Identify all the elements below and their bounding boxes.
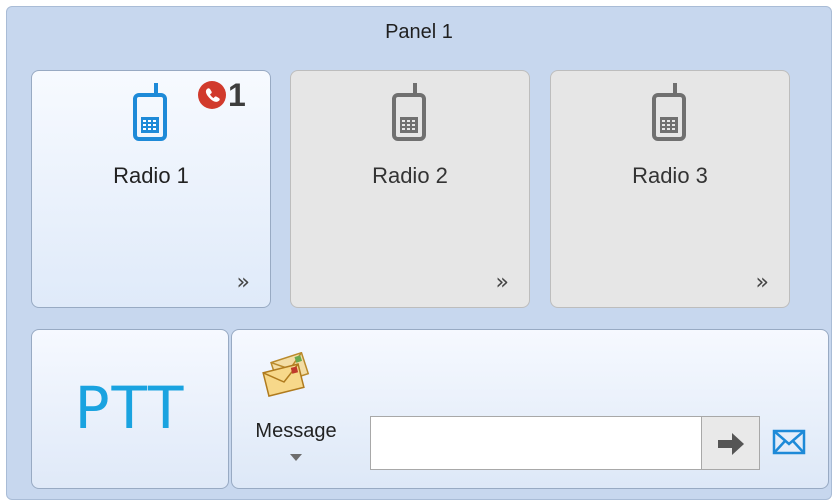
- mail-icon[interactable]: [772, 428, 806, 456]
- message-area: Message: [231, 329, 829, 489]
- right-arrow-icon: [718, 433, 744, 455]
- panel-title: Panel 1: [385, 21, 453, 43]
- expand-chevron-icon[interactable]: »: [756, 270, 769, 295]
- radio-tile-1[interactable]: 1 Radio 1 »: [31, 70, 271, 308]
- message-input[interactable]: [370, 416, 702, 470]
- radio-label: Radio 2: [372, 163, 448, 188]
- expand-chevron-icon[interactable]: »: [237, 270, 250, 295]
- mobile-phone-icon: [652, 83, 686, 141]
- radio-panel: Panel 1 1 Radio 1 » Radio 2 » Radio 3 » …: [6, 6, 832, 500]
- ptt-label: PTT: [74, 374, 186, 442]
- ptt-button[interactable]: PTT: [31, 329, 229, 489]
- call-count-badge: 1: [228, 77, 246, 113]
- mobile-phone-icon: [392, 83, 426, 141]
- radio-tile-3[interactable]: Radio 3 »: [550, 70, 790, 308]
- radio-label: Radio 3: [632, 163, 708, 188]
- radio-tile-2[interactable]: Radio 2 »: [290, 70, 530, 308]
- mobile-phone-icon: [133, 83, 167, 141]
- message-menu-label[interactable]: Message: [244, 420, 348, 443]
- chevron-down-icon[interactable]: [290, 454, 302, 461]
- incoming-call-icon: [198, 81, 226, 109]
- expand-chevron-icon[interactable]: »: [496, 270, 509, 295]
- envelopes-icon[interactable]: [262, 352, 314, 398]
- send-button[interactable]: [702, 416, 760, 470]
- radio-label: Radio 1: [113, 163, 189, 188]
